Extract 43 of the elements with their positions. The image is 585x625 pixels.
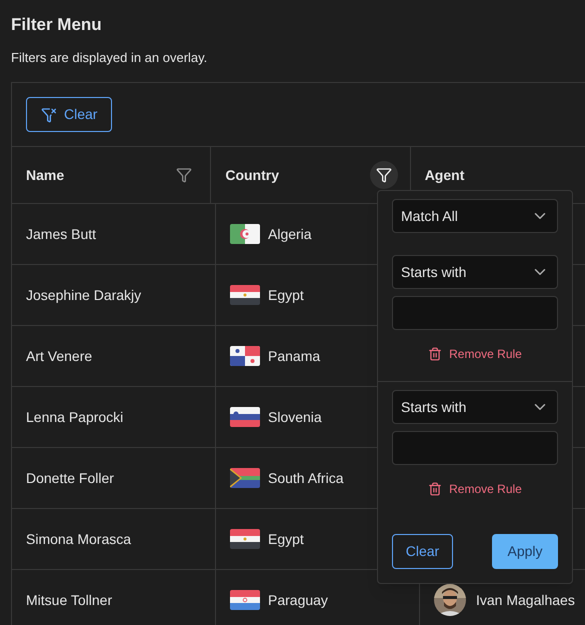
filter-icon bbox=[376, 167, 392, 183]
dropdown[interactable]: Starts with bbox=[392, 255, 558, 289]
table-cell-text: South Africa bbox=[268, 468, 344, 488]
flag-icon bbox=[230, 407, 260, 427]
trash-icon bbox=[428, 347, 442, 361]
table-cell-text: Paraguay bbox=[268, 590, 328, 610]
table-cell-text: Panama bbox=[268, 346, 320, 366]
table-cell-text: Ivan Magalhaes bbox=[476, 590, 575, 610]
table-cell-text: Josephine Darakjy bbox=[26, 286, 142, 305]
table-cell-text: Lenna Paprocki bbox=[26, 408, 124, 427]
table-cell-text: Donette Foller bbox=[26, 468, 114, 488]
table-cell-text: Algeria bbox=[268, 224, 312, 244]
clear-button[interactable]: Clear bbox=[392, 534, 453, 569]
column-header: Name bbox=[26, 166, 64, 184]
page-title: Filter Menu bbox=[11, 14, 103, 36]
flag-icon bbox=[230, 590, 260, 610]
dropdown[interactable]: Match All bbox=[392, 199, 558, 233]
table-cell-text: Simona Morasca bbox=[26, 530, 132, 548]
flag-icon bbox=[230, 346, 260, 366]
filter-value-field[interactable] bbox=[392, 431, 558, 465]
table-cell-text: Art Venere bbox=[26, 346, 92, 366]
table-cell-text: Slovenia bbox=[268, 408, 322, 426]
flag-icon bbox=[230, 285, 260, 305]
table-cell-text: Mitsue Tollner bbox=[26, 590, 112, 610]
remove-rule-button[interactable]: Remove Rule bbox=[428, 480, 522, 498]
dropdown[interactable]: Starts with bbox=[392, 390, 558, 424]
table-cell-text: Egypt bbox=[268, 286, 304, 305]
filter-icon bbox=[176, 167, 192, 183]
trash-icon bbox=[428, 482, 442, 496]
page-subtitle: Filters are displayed in an overlay. bbox=[11, 49, 208, 67]
filter-clear-icon bbox=[41, 106, 57, 122]
column-header: Country bbox=[225, 166, 280, 185]
apply-button[interactable]: Apply bbox=[492, 534, 558, 569]
flag-icon bbox=[230, 529, 260, 549]
clear-filters-button[interactable]: Clear bbox=[26, 97, 112, 132]
flag-icon bbox=[230, 468, 260, 488]
filter-value-field[interactable] bbox=[392, 296, 558, 330]
filter-button[interactable] bbox=[370, 161, 398, 189]
table-cell-text: Egypt bbox=[268, 530, 304, 549]
remove-rule-button[interactable]: Remove Rule bbox=[428, 345, 522, 363]
flag-icon bbox=[230, 224, 260, 244]
column-header: Agent bbox=[424, 166, 464, 185]
table-cell-text: James Butt bbox=[26, 224, 96, 244]
